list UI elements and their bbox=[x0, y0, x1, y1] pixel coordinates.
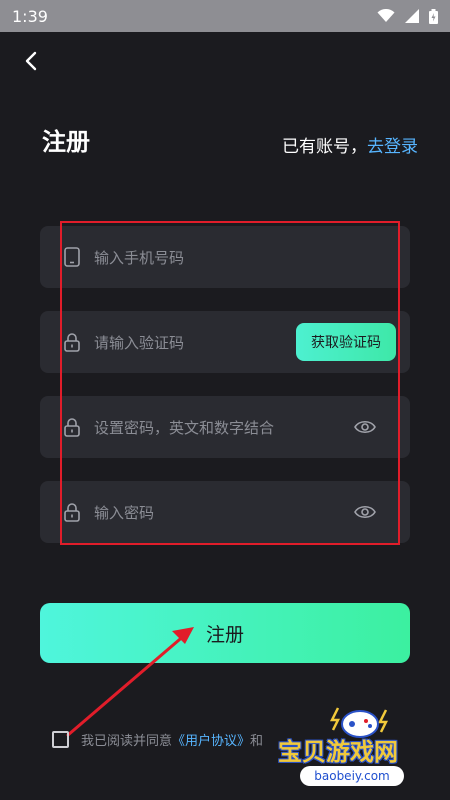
annotation-highlight-box bbox=[60, 221, 400, 545]
login-prompt: 已有账号， 去登录 bbox=[282, 132, 418, 157]
back-button[interactable] bbox=[18, 48, 44, 74]
user-agreement-link[interactable]: 《用户协议》 bbox=[172, 730, 250, 749]
agreement-and: 和 bbox=[250, 734, 264, 749]
status-icons bbox=[377, 8, 438, 24]
wifi-icon bbox=[377, 9, 395, 22]
chevron-left-icon bbox=[25, 51, 37, 71]
status-time: 1:39 bbox=[12, 6, 48, 26]
signal-icon bbox=[405, 9, 419, 23]
page-title: 注册 bbox=[42, 128, 90, 156]
agreement-row: 我已阅读并同意 《用户协议》 和 bbox=[52, 730, 263, 749]
battery-icon bbox=[429, 8, 438, 24]
watermark-text: 宝贝游戏网 bbox=[278, 738, 398, 766]
register-button[interactable]: 注册 bbox=[40, 603, 410, 663]
agreement-checkbox[interactable] bbox=[52, 731, 69, 748]
register-button-label: 注册 bbox=[205, 623, 244, 646]
agreement-prefix: 我已阅读并同意 bbox=[81, 734, 173, 749]
watermark-url: baobeiy.com bbox=[300, 766, 404, 786]
login-prompt-text: 已有账号， bbox=[282, 137, 367, 157]
status-bar: 1:39 bbox=[0, 0, 450, 32]
login-link[interactable]: 去登录 bbox=[367, 132, 418, 157]
